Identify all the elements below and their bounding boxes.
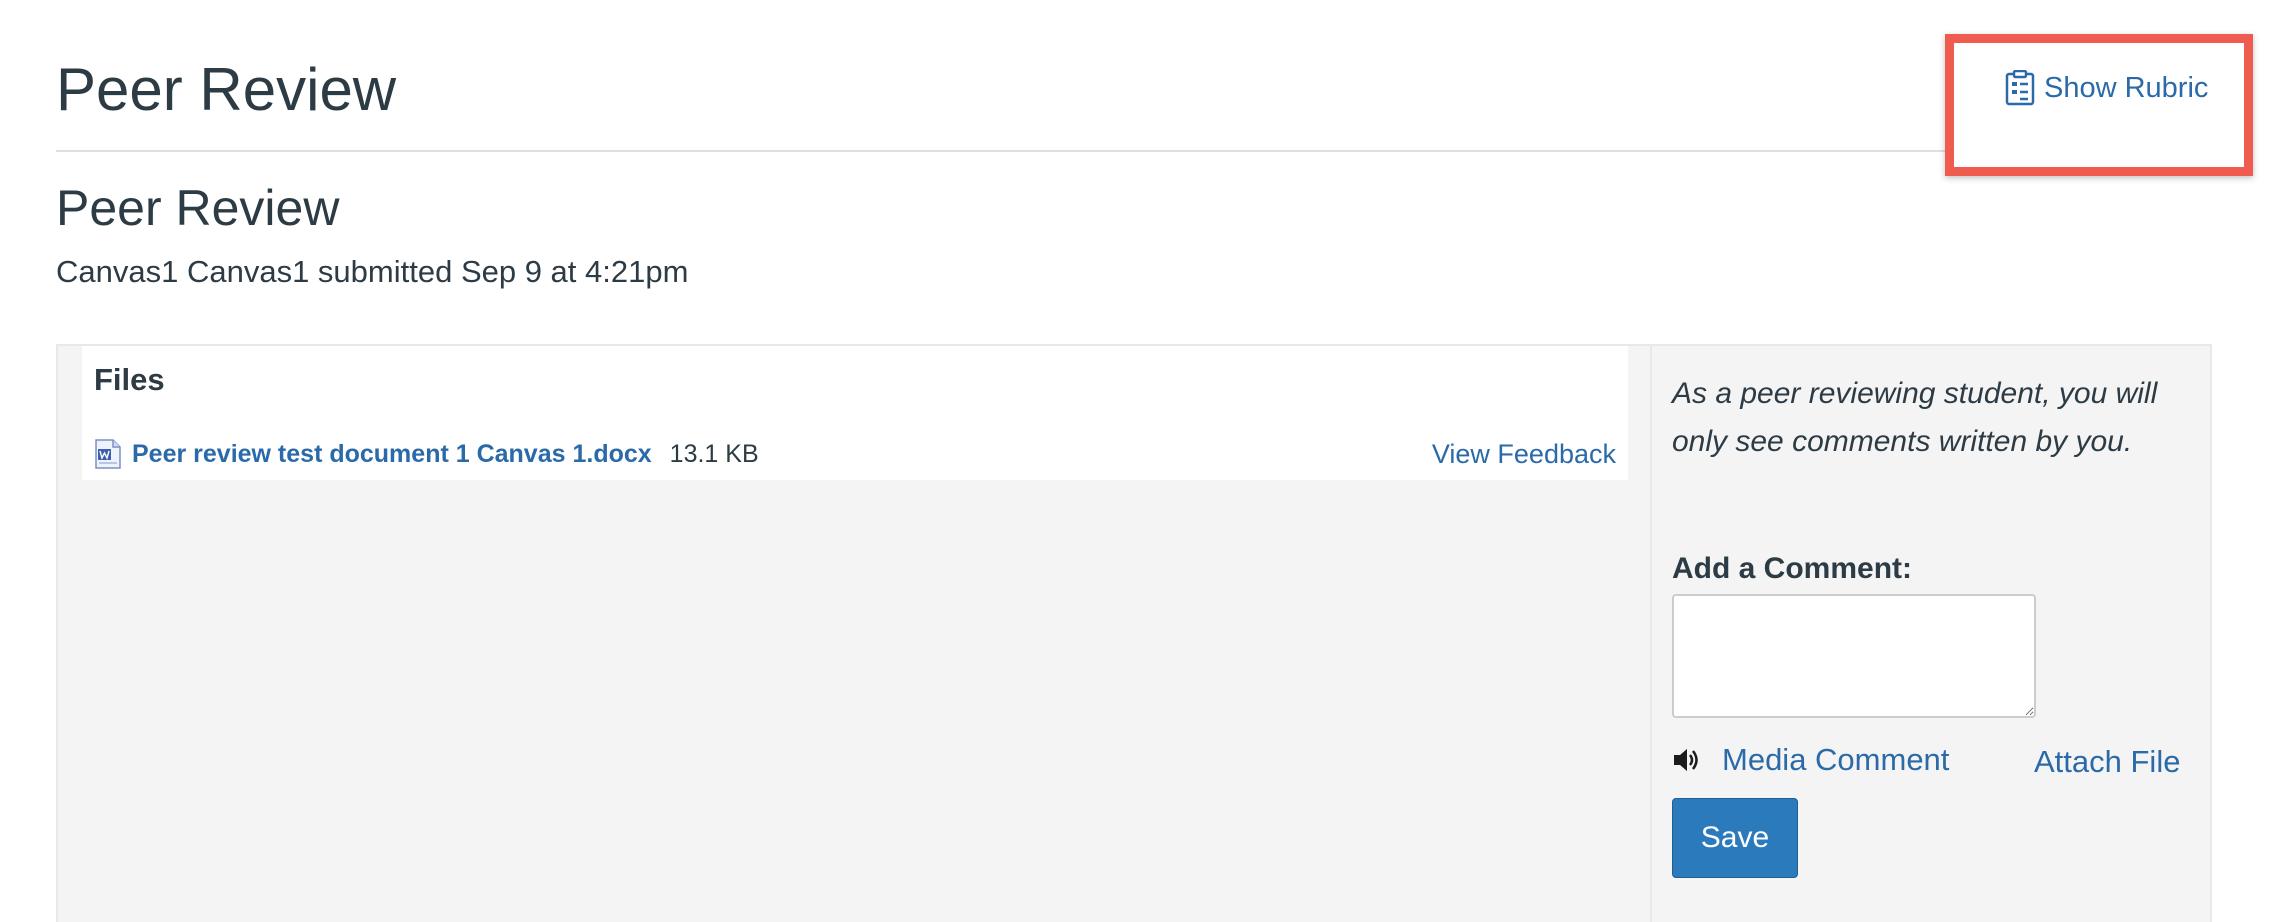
add-comment-label: Add a Comment:	[1672, 552, 1912, 585]
media-comment-label: Media Comment	[1722, 742, 1950, 777]
clipboard-icon	[2005, 70, 2035, 106]
file-size: 13.1 KB	[669, 439, 759, 468]
speaker-icon	[1674, 749, 1698, 771]
files-section: Files Peer review test document 1 Canvas…	[82, 346, 1628, 480]
files-title: Files	[94, 362, 165, 397]
peer-review-page: Peer Review Show Rubric Peer Review Canv…	[0, 0, 2278, 922]
media-comment-link[interactable]: Media Comment	[1672, 742, 1949, 778]
word-document-icon	[95, 439, 121, 469]
file-download-link[interactable]: Peer review test document 1 Canvas 1.doc…	[132, 440, 652, 469]
file-row: Peer review test document 1 Canvas 1.doc…	[94, 434, 1616, 474]
comment-textarea[interactable]	[1672, 594, 2036, 718]
page-title: Peer Review	[56, 56, 397, 123]
show-rubric-link[interactable]: Show Rubric	[2004, 70, 2208, 106]
submitted-info: Canvas1 Canvas1 submitted Sep 9 at 4:21p…	[56, 254, 689, 289]
view-feedback-link[interactable]: View Feedback	[1432, 439, 1616, 470]
save-button[interactable]: Save	[1672, 798, 1798, 878]
page-header: Peer Review	[56, 0, 2212, 152]
review-panel: Files Peer review test document 1 Canvas…	[56, 344, 2212, 922]
comment-sidebar: As a peer reviewing student, you will on…	[1650, 346, 2212, 922]
peer-review-note: As a peer reviewing student, you will on…	[1672, 377, 2158, 458]
submission-title: Peer Review	[56, 180, 340, 236]
show-rubric-label: Show Rubric	[2044, 71, 2209, 104]
attach-file-link[interactable]: Attach File	[2034, 744, 2180, 780]
